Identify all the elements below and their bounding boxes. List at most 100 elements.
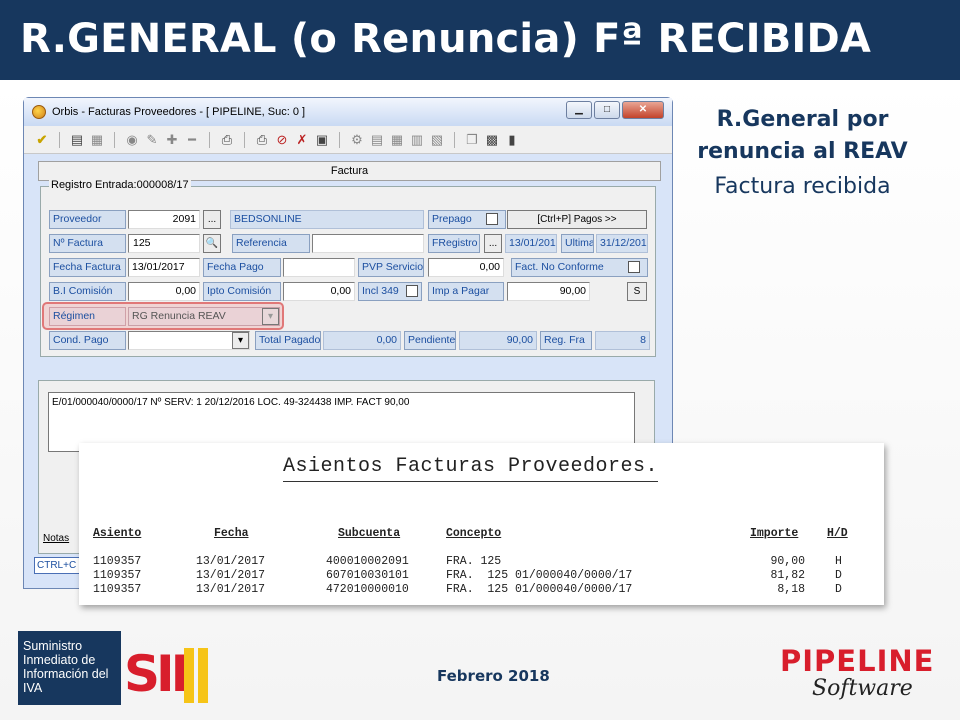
row3-concepto: FRA. 125 01/000040/0000/17	[446, 583, 633, 596]
minimize-button[interactable]: ▁	[566, 101, 592, 119]
row1-asiento: 1109357	[93, 555, 142, 568]
pvp-servicio-label: PVP Servicio	[358, 258, 424, 277]
list-icon[interactable]: ▦	[89, 132, 105, 148]
toolbar-separator	[59, 131, 60, 148]
view-icon[interactable]: ◉	[124, 132, 140, 148]
search-icon[interactable]: 🔍	[203, 234, 221, 253]
referencia-field[interactable]	[312, 234, 424, 253]
proveedor-name-field[interactable]: BEDSONLINE	[230, 210, 424, 229]
slide-title: R.GENERAL (o Renuncia) Fª RECIBIDA	[0, 0, 960, 80]
footer-date: Febrero 2018	[437, 667, 550, 685]
toolbar-separator	[209, 131, 210, 148]
proveedor-lookup-button[interactable]: ...	[203, 210, 221, 229]
table-icon[interactable]: ▥	[409, 132, 425, 148]
ipto-comision-label: Ipto Comisión	[203, 282, 281, 301]
sii-bar-yellow	[184, 648, 194, 703]
pipeline-logo: PIPELINE	[780, 644, 935, 678]
note-icon[interactable]: ▧	[429, 132, 445, 148]
bi-comision-field[interactable]: 0,00	[128, 282, 200, 301]
fecha-factura-label: Fecha Factura	[49, 258, 126, 277]
window-title: Orbis - Facturas Proveedores - [ PIPELIN…	[52, 106, 306, 118]
nfactura-label: Nº Factura	[49, 234, 126, 253]
sii-bar-yellow	[198, 648, 208, 703]
copy-icon[interactable]: ❐	[464, 132, 480, 148]
header-asiento: Asiento	[93, 527, 142, 540]
pagos-button[interactable]: [Ctrl+P] Pagos >>	[507, 210, 647, 229]
row2-importe: 81,82	[770, 569, 805, 582]
printer-icon[interactable]: ⎙	[254, 132, 270, 148]
toolbar-separator	[454, 131, 455, 148]
row1-fecha: 13/01/2017	[196, 555, 266, 568]
row2-fecha: 13/01/2017	[196, 569, 266, 582]
row3-subcuenta: 472010000010	[326, 583, 409, 596]
regimen-dropdown-arrow[interactable]: ▾	[262, 308, 279, 325]
imp-pagar-field[interactable]: 90,00	[507, 282, 590, 301]
total-pagado-field[interactable]: 0,00	[323, 331, 401, 350]
header-importe: Importe	[750, 527, 799, 540]
incl349-checkbox[interactable]	[406, 285, 418, 297]
side-title: R.General por renuncia al REAV	[697, 107, 908, 164]
sii-logo: SII	[124, 645, 189, 703]
row1-concepto: FRA. 125	[446, 555, 502, 568]
report-title: Asientos Facturas Proveedores.	[283, 455, 659, 482]
row3-hd: D	[835, 583, 842, 596]
maximize-button[interactable]: □	[594, 101, 620, 119]
app-icon	[32, 105, 46, 119]
cond-pago-dropdown-arrow[interactable]: ▾	[232, 332, 249, 349]
folder-icon[interactable]: ▩	[484, 132, 500, 148]
edit-icon[interactable]: ✎	[144, 132, 160, 148]
proveedor-code-field[interactable]: 2091	[128, 210, 200, 229]
row3-importe: 8,18	[777, 583, 805, 596]
nfactura-field[interactable]: 125	[128, 234, 200, 253]
toolbar-separator	[339, 131, 340, 148]
regimen-select[interactable]: RG Renuncia REAV	[128, 307, 280, 326]
header-subcuenta: Subcuenta	[338, 527, 401, 540]
cond-pago-label: Cond. Pago	[49, 331, 126, 350]
cancel-icon[interactable]: ⊘	[274, 132, 290, 148]
registro-legend: Registro Entrada:000008/17	[49, 179, 191, 191]
print-icon[interactable]: ⎙	[219, 132, 235, 148]
row2-hd: D	[835, 569, 842, 582]
no-conforme-checkbox[interactable]	[628, 261, 640, 273]
proveedor-label: Proveedor	[49, 210, 126, 229]
row3-fecha: 13/01/2017	[196, 583, 266, 596]
side-subtitle: Factura recibida	[714, 174, 891, 199]
frame-header: Factura	[38, 161, 661, 181]
fecha-factura-field[interactable]: 13/01/2017	[128, 258, 200, 277]
header-hd: H/D	[827, 527, 848, 540]
prepago-checkbox[interactable]	[486, 213, 498, 225]
window-titlebar: Orbis - Facturas Proveedores - [ PIPELIN…	[24, 98, 672, 126]
referencia-label: Referencia	[232, 234, 310, 253]
ultima-field[interactable]: 31/12/2016	[596, 234, 648, 253]
calc-icon[interactable]: ▦	[389, 132, 405, 148]
document-icon[interactable]: ▣	[314, 132, 330, 148]
row1-importe: 90,00	[770, 555, 805, 568]
tab-notas[interactable]: Notas	[43, 533, 69, 544]
asientos-report: Asientos Facturas Proveedores. Asiento F…	[79, 443, 884, 605]
ipto-comision-field[interactable]: 0,00	[283, 282, 355, 301]
close-button[interactable]: ✕	[622, 101, 664, 119]
imp-pagar-label: Imp a Pagar	[428, 282, 504, 301]
reg-fra-field[interactable]: 8	[595, 331, 650, 350]
header-fecha: Fecha	[214, 527, 249, 540]
s-button[interactable]: S	[627, 282, 647, 301]
fregistro-field[interactable]: 13/01/2017	[505, 234, 557, 253]
pendiente-label: Pendiente	[404, 331, 456, 350]
fregistro-lookup-button[interactable]: ...	[484, 234, 502, 253]
remove-icon[interactable]: ━	[184, 132, 200, 148]
row2-concepto: FRA. 125 01/000040/0000/17	[446, 569, 633, 582]
info-icon[interactable]: ▮	[504, 132, 520, 148]
fecha-pago-field[interactable]	[283, 258, 355, 277]
accept-icon[interactable]: ✔	[34, 132, 50, 148]
reg-fra-label: Reg. Fra	[540, 331, 592, 350]
pvp-servicio-field[interactable]: 0,00	[428, 258, 504, 277]
pendiente-field[interactable]: 90,00	[459, 331, 537, 350]
row1-hd: H	[835, 555, 842, 568]
nfactura-value: 125	[133, 237, 151, 249]
open-door-icon[interactable]: ▤	[69, 132, 85, 148]
add-icon[interactable]: ✚	[164, 132, 180, 148]
bi-comision-label: B.I Comisión	[49, 282, 126, 301]
delete-icon[interactable]: ✗	[294, 132, 310, 148]
grid-icon[interactable]: ▤	[369, 132, 385, 148]
settings-icon[interactable]: ⚙	[349, 132, 365, 148]
